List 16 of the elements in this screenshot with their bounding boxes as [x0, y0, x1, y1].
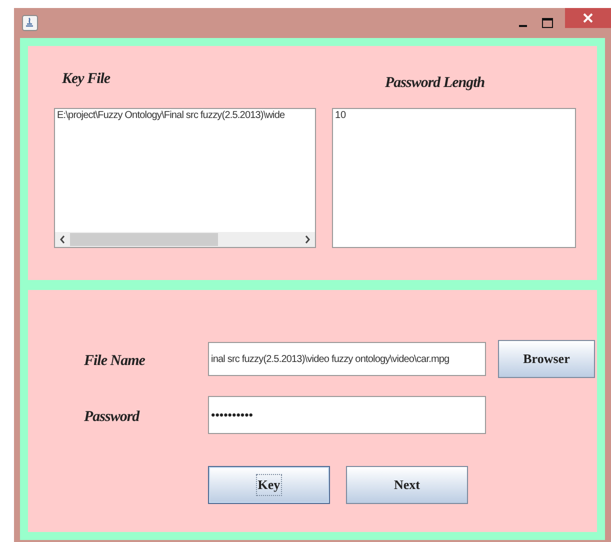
- file-name-label: File Name: [84, 352, 145, 371]
- password-length-label: Password Length: [385, 74, 485, 93]
- password-label: Password: [84, 408, 140, 427]
- password-length-text: 10: [334, 109, 348, 123]
- horizontal-scrollbar[interactable]: [55, 232, 315, 247]
- password-field[interactable]: ••••••••••: [208, 396, 486, 434]
- file-name-field[interactable]: inal src fuzzy(2.5.2013)\video fuzzy ontology\video\car.mpg: [208, 342, 486, 376]
- key-file-label: Key File: [62, 70, 110, 89]
- scrollbar-thumb[interactable]: [70, 233, 218, 246]
- key-file-text: E:\project\Fuzzy Ontology\Final src fuzzy(2.5.2013)\wide: [56, 109, 286, 123]
- maximize-icon[interactable]: [542, 18, 553, 28]
- close-icon: [583, 13, 593, 23]
- browse-button[interactable]: Browser: [498, 340, 595, 378]
- next-button[interactable]: Next: [346, 466, 468, 504]
- key-button[interactable]: Key: [208, 466, 330, 504]
- close-button[interactable]: [565, 8, 611, 28]
